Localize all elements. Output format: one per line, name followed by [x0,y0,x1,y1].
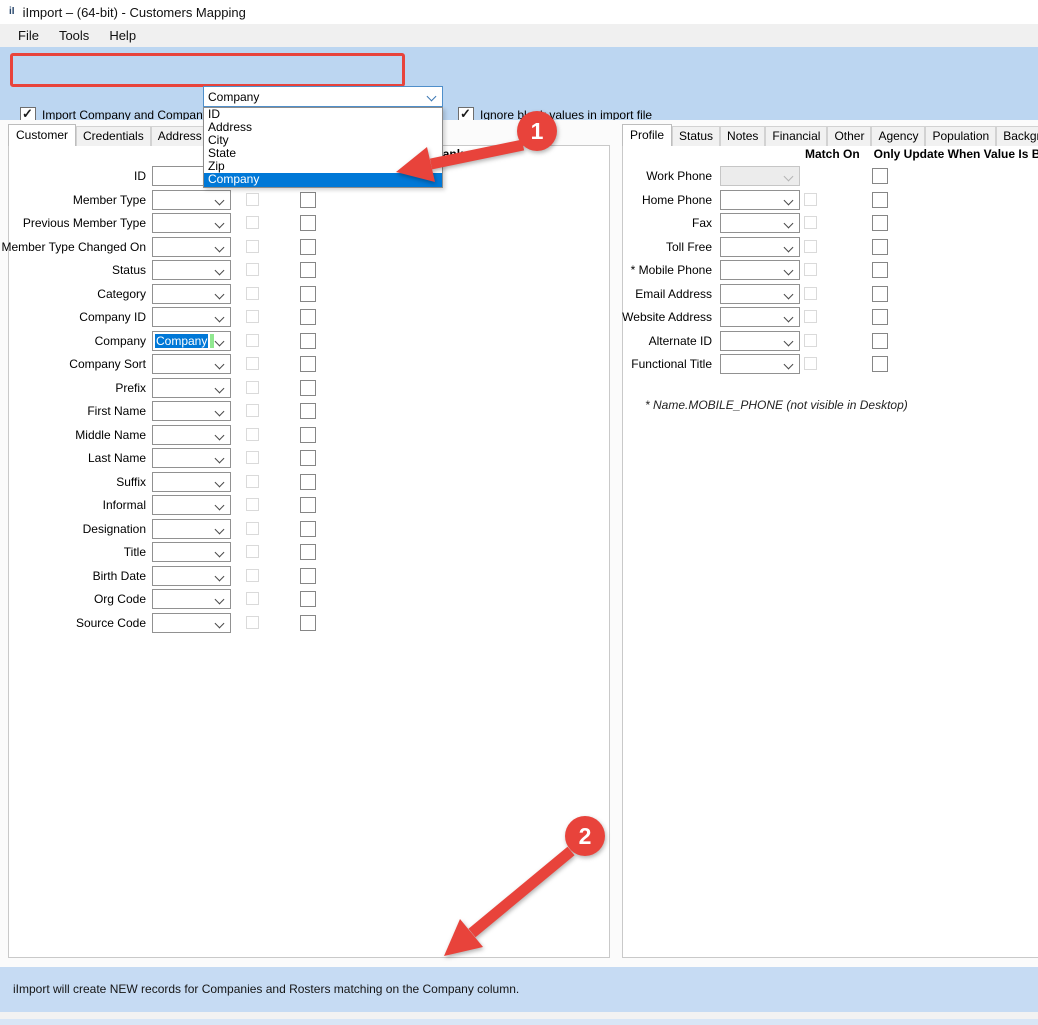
profile-mapping-panel [622,145,1038,958]
tab-status[interactable]: Status [672,126,720,146]
dropdown-option-address[interactable]: Address [204,121,442,134]
right-tab-strip: ProfileStatusNotesFinancialOtherAgencyPo… [622,125,1038,146]
tab-address[interactable]: Address [151,126,209,146]
dropdown-option-city[interactable]: City [204,134,442,147]
tab-credentials[interactable]: Credentials [76,126,151,146]
tab-customer[interactable]: Customer [8,124,76,146]
match-on-header: Match On [805,147,860,161]
menu-tools[interactable]: Tools [49,26,99,45]
tab-background[interactable]: Background [996,126,1038,146]
title-bar: iI iImport – (64-bit) - Customers Mappin… [0,0,1038,24]
dropdown-option-company[interactable]: Company [204,173,442,186]
app-icon: iI [9,5,15,19]
tab-profile[interactable]: Profile [622,124,672,146]
menu-help[interactable]: Help [99,26,146,45]
customer-mapping-panel [8,145,610,958]
matching-dropdown-list: IDAddressCityStateZipCompany [203,107,443,188]
tab-other[interactable]: Other [827,126,871,146]
only-update-header: Only Update When Value Is Blank [874,147,1038,161]
matching-combobox-value: Company [208,90,259,104]
bottom-strip [0,1012,1038,1019]
matching-combobox[interactable]: Company [203,86,443,107]
menu-file[interactable]: File [8,26,49,45]
mobile-phone-note: * Name.MOBILE_PHONE (not visible in Desk… [645,398,908,412]
tab-financial[interactable]: Financial [765,126,827,146]
tab-population[interactable]: Population [925,126,996,146]
chevron-down-icon [427,92,437,102]
status-bar: iImport will create NEW records for Comp… [0,967,1038,1012]
tab-notes[interactable]: Notes [720,126,765,146]
tab-agency[interactable]: Agency [871,126,925,146]
window-title: iImport – (64-bit) - Customers Mapping [23,5,246,20]
dropdown-option-state[interactable]: State [204,147,442,160]
status-message: iImport will create NEW records for Comp… [13,982,519,996]
annotation-highlight-box [10,53,405,87]
menu-bar: File Tools Help [0,24,1038,47]
right-column-headers: Match On Only Update When Value Is Blank [805,147,1038,161]
bottom-strip-blue [0,1019,1038,1025]
